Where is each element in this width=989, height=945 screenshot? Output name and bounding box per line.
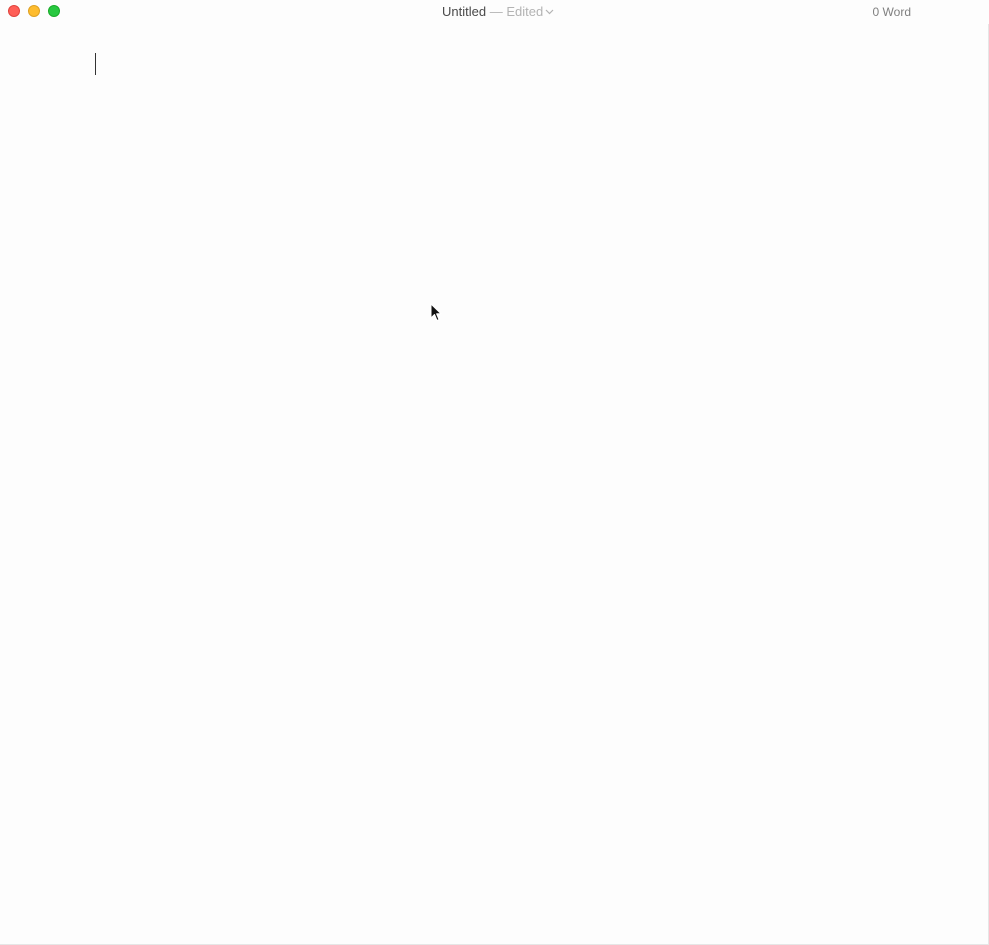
title-bar[interactable]: Untitled — Edited 0 Word	[0, 0, 989, 24]
mouse-pointer-icon	[430, 303, 442, 322]
title-separator: —	[486, 4, 507, 19]
text-editor-area[interactable]	[0, 24, 988, 944]
text-caret	[95, 53, 96, 75]
editor-window: Untitled — Edited 0 Word	[0, 0, 989, 945]
document-title-menu[interactable]: Untitled — Edited	[442, 4, 554, 20]
minimize-window-button[interactable]	[28, 5, 40, 17]
document-title: Untitled	[442, 4, 487, 19]
close-window-button[interactable]	[8, 5, 20, 17]
zoom-window-button[interactable]	[48, 5, 60, 17]
edited-status: Edited	[506, 4, 544, 19]
chevron-down-icon	[545, 3, 554, 19]
word-count[interactable]: 0 Word	[873, 4, 911, 20]
